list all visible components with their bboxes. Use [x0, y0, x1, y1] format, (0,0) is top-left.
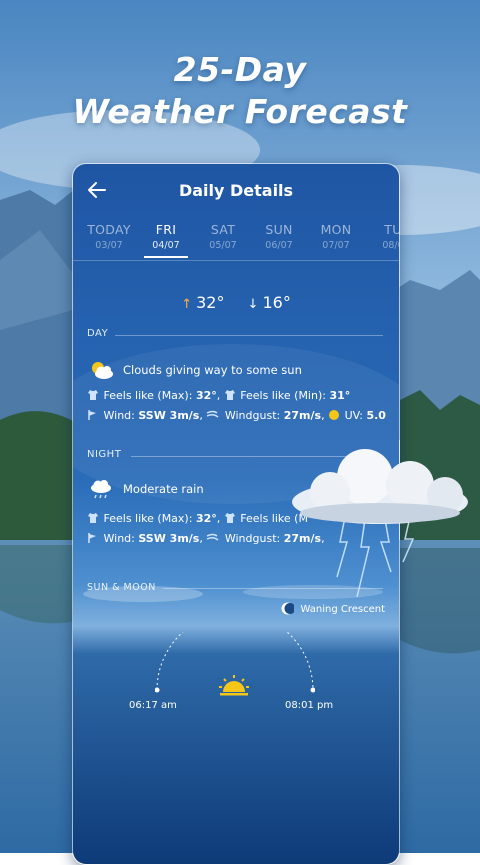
tab-day-label: FRI: [155, 222, 177, 237]
tabs-divider: [73, 260, 399, 261]
windgust-icon: [207, 533, 219, 541]
day-wind-row: Wind: SSW 3m/s, Windgust: 27m/s, UV: 5.0: [87, 409, 386, 422]
feels-min-label: Feels like (Min):: [240, 389, 326, 402]
tab-mon[interactable]: MON 07/07: [308, 222, 364, 251]
sun-horizon-icon: [219, 675, 249, 696]
tab-sat[interactable]: SAT 05/07: [195, 222, 251, 251]
promo-title-line2: Weather Forecast: [72, 92, 408, 131]
low-temp: 16°: [262, 293, 291, 312]
tab-date-label: 03/07: [95, 240, 123, 251]
day-section-label: DAY: [87, 328, 109, 339]
tab-day-label: SUN: [265, 222, 293, 237]
night-section-label: NIGHT: [87, 449, 122, 460]
arrow-down-icon: ↓: [247, 297, 259, 312]
sunrise-time: 06:17 am: [129, 700, 177, 711]
gust-label: Windgust:: [224, 532, 281, 545]
high-temp: 32°: [196, 293, 225, 312]
wind-flag-icon: [88, 533, 96, 543]
shirt-icon: [224, 513, 235, 523]
rain-cloud-icon: [91, 480, 111, 499]
wind-value: SSW 3m/s: [138, 532, 200, 545]
feels-min-value: 31°: [329, 389, 351, 402]
uv-value: 5.0: [366, 409, 386, 422]
feels-max-label: Feels like (Max):: [103, 389, 193, 402]
wind-value: SSW 3m/s: [138, 409, 200, 422]
partly-cloudy-icon: [92, 362, 113, 379]
promo-title-line1: 25-Day: [173, 50, 307, 89]
shirt-icon: [224, 390, 235, 400]
active-tab-indicator: [144, 256, 188, 258]
shirt-icon: [88, 390, 98, 400]
tab-fri[interactable]: FRI 04/07: [138, 222, 194, 251]
arrow-up-icon: ↑: [181, 297, 193, 312]
tab-day-label: MON: [320, 222, 352, 237]
wind-flag-icon: [88, 410, 96, 420]
tab-date-label: 04/07: [152, 240, 180, 251]
screen-title: Daily Details: [178, 181, 294, 200]
shirt-icon: [88, 513, 98, 523]
tab-today[interactable]: TODAY 03/07: [81, 222, 137, 251]
gust-value: 27m/s: [283, 409, 322, 422]
tab-tue[interactable]: TU 08/0: [365, 222, 400, 251]
thunderstorm-cloud-icon: [292, 449, 468, 598]
temperature-range: ↑ 32° ↓ 16°: [73, 293, 399, 312]
tab-sun[interactable]: SUN 06/07: [251, 222, 307, 251]
divider: [115, 335, 383, 336]
tab-date-label: 06/07: [265, 240, 293, 251]
wind-label: Wind:: [103, 532, 135, 545]
feels-max-value: 32°: [195, 512, 217, 525]
wind-label: Wind:: [103, 409, 135, 422]
app-bar: Daily Details: [73, 164, 399, 218]
sun-moon-section-label: SUN & MOON: [87, 582, 156, 593]
day-tabs: TODAY 03/07 FRI 04/07 SAT 05/07 SUN 06/0…: [73, 222, 399, 260]
windgust-icon: [207, 410, 219, 418]
night-condition-text: Moderate rain: [123, 482, 204, 496]
tab-date-label: 07/07: [322, 240, 350, 251]
tab-day-label: TODAY: [87, 222, 131, 237]
feels-max-value: 32°: [195, 389, 217, 402]
feels-max-label: Feels like (Max):: [103, 512, 193, 525]
night-feels-like-row: Feels like (Max): 32°, Feels like (M: [87, 512, 308, 525]
day-feels-like-row: Feels like (Max): 32°, Feels like (Min):…: [87, 389, 350, 402]
tab-date-label: 08/0: [382, 240, 399, 251]
sunset-time: 08:01 pm: [285, 700, 334, 711]
uv-label: UV:: [344, 409, 363, 422]
uv-sun-icon: [329, 410, 340, 420]
gust-label: Windgust:: [224, 409, 281, 422]
tab-date-label: 05/07: [209, 240, 237, 251]
tab-day-label: TU: [384, 222, 400, 237]
day-condition-text: Clouds giving way to some sun: [123, 363, 302, 377]
tab-day-label: SAT: [210, 222, 236, 237]
